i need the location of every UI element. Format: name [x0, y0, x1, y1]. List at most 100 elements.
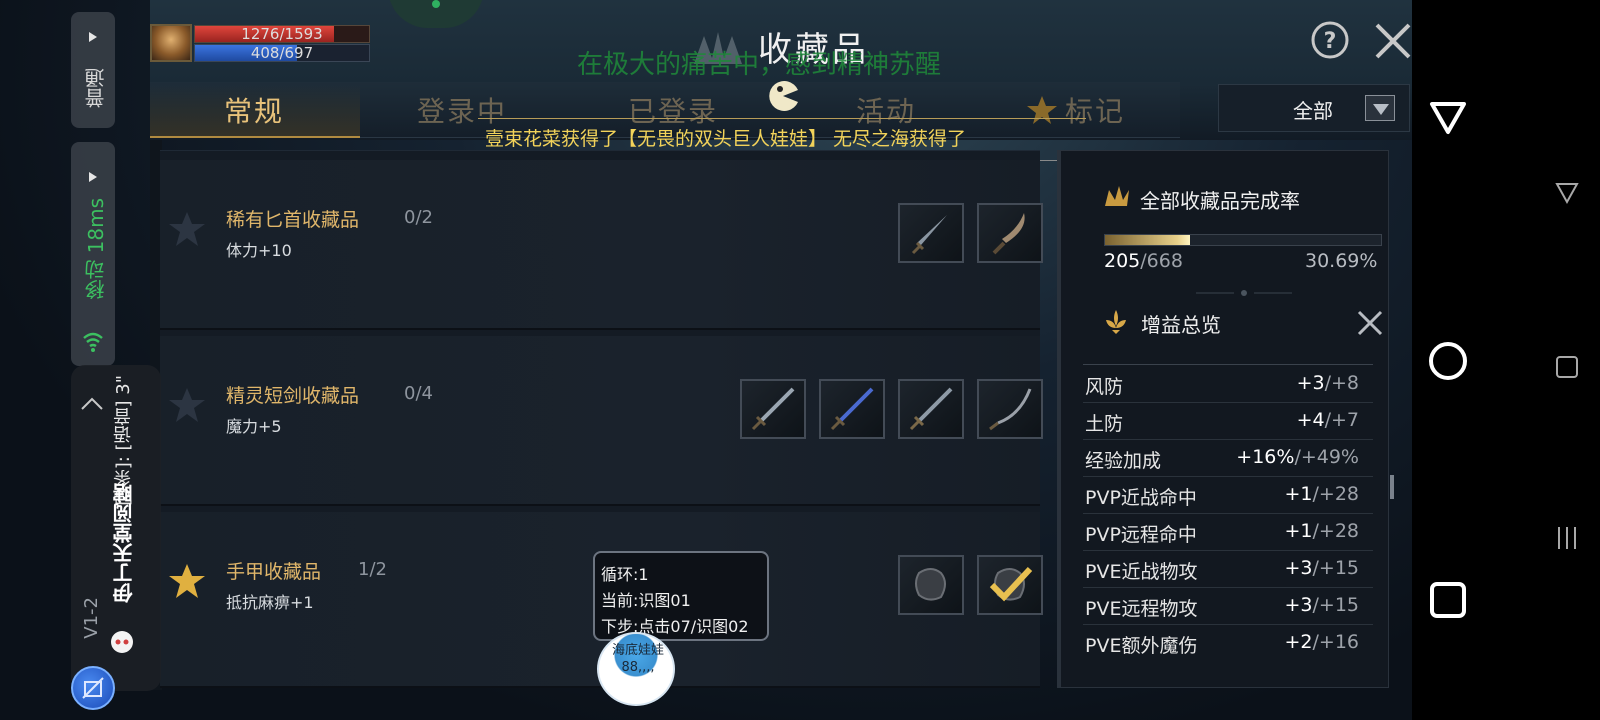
curved-dagger-icon — [992, 213, 1025, 255]
item-slot-gauntlet[interactable] — [898, 555, 964, 615]
blue-sword-icon — [830, 387, 874, 431]
buffs-close-button[interactable] — [1356, 309, 1384, 337]
back-button[interactable] — [1428, 98, 1468, 138]
buff-name: PVE近战物攻 — [1085, 561, 1198, 583]
buff-name: PVE额外魔伤 — [1085, 635, 1198, 657]
buff-value: +2/+16 — [1284, 631, 1359, 653]
completion-count: 205/668 — [1104, 250, 1183, 272]
buff-row: 土防 +4/+7 — [1083, 403, 1373, 440]
buff-name: 经验加成 — [1085, 450, 1162, 472]
gauntlet-collected-icon — [989, 566, 1033, 602]
buff-value: +3/+15 — [1284, 557, 1359, 579]
collection-bonus: 体力+10 — [226, 241, 292, 260]
buffs-title: 增益总览 — [1141, 313, 1221, 337]
buff-row: PVP远程命中 +1/+28 — [1083, 514, 1373, 551]
hp-bar: 1276/1593 — [194, 25, 370, 43]
dagger-icon — [911, 215, 947, 255]
buff-name: PVP远程命中 — [1085, 524, 1197, 546]
sword-icon — [909, 387, 953, 431]
pacman-icon — [766, 80, 800, 112]
star-icon[interactable] — [167, 386, 207, 424]
network-label: 移动 18ms — [84, 198, 108, 300]
panel-divider — [1057, 150, 1061, 688]
item-slot-sword[interactable] — [740, 379, 806, 439]
hp-text: 1276/1593 — [241, 25, 323, 43]
chevron-down-icon — [1365, 95, 1395, 121]
tab-marked-label: 标记 — [1065, 95, 1126, 128]
assistant-button[interactable] — [71, 666, 115, 710]
menu-icon[interactable] — [1554, 525, 1580, 551]
collection-count: 1/2 — [358, 559, 387, 580]
network-pill[interactable]: 移动 18ms — [71, 142, 115, 366]
wifi-icon — [83, 332, 103, 352]
notice-text: 壹束花菜获得了【无畏的双头巨人娃娃】 无尽之海获得了 — [485, 128, 967, 150]
item-slot-curved-dagger[interactable] — [977, 203, 1043, 263]
buffs-scrollbar[interactable] — [1390, 475, 1394, 499]
buffs-header-line — [1083, 364, 1373, 365]
completion-current: 205 — [1104, 250, 1141, 272]
buff-value: +16%/+49% — [1236, 446, 1359, 468]
star-icon[interactable] — [167, 562, 207, 600]
signal-icon — [388, 0, 484, 28]
recents-button[interactable] — [1428, 580, 1468, 620]
gauntlet-icon — [915, 568, 946, 601]
collection-row[interactable]: 稀有匕首收藏品 0/2 体力+10 — [160, 160, 1043, 330]
mode-label: 普通 — [84, 68, 108, 108]
collection-bonus: 抵抗麻痹+1 — [226, 593, 314, 612]
assistant-icon — [82, 677, 104, 699]
buff-name: PVE远程物攻 — [1085, 598, 1198, 620]
close-button[interactable] — [1372, 20, 1414, 62]
item-slot-sword-2[interactable] — [898, 379, 964, 439]
buff-row: PVE额外魔伤 +2/+16 — [1083, 625, 1373, 662]
crown-icon — [1105, 186, 1129, 206]
buff-value: +1/+28 — [1284, 483, 1359, 505]
sword-icon — [751, 387, 795, 431]
back-icon-secondary[interactable] — [1554, 180, 1580, 206]
help-button[interactable]: ? — [1310, 20, 1350, 60]
mp-text: 408/697 — [250, 44, 314, 62]
play-icon — [89, 32, 97, 42]
play-icon — [89, 172, 97, 182]
version-label: V1-2 — [81, 597, 102, 639]
tooltip-line: 当前:识图01 — [601, 591, 691, 610]
floating-bubble[interactable]: 海底娃娃88,,,, — [597, 632, 675, 706]
buff-name: PVP近战命中 — [1085, 487, 1197, 509]
buff-value: +3/+8 — [1296, 372, 1359, 394]
completion-total: /668 — [1140, 250, 1183, 272]
mode-pill[interactable]: 普通 — [71, 12, 115, 128]
buff-value: +4/+7 — [1296, 409, 1359, 431]
item-slot-dagger[interactable] — [898, 203, 964, 263]
notice-line-top — [478, 118, 1086, 119]
buff-row: 风防 +3/+8 — [1083, 366, 1373, 403]
assistant-tray: [3条]: [语音] 3" 伊丁天堂阅瞎 V1-2 — [71, 365, 161, 691]
item-slot-blue-sword[interactable] — [819, 379, 885, 439]
collection-count: 0/4 — [404, 383, 433, 404]
filter-dropdown[interactable]: 全部 — [1218, 84, 1410, 132]
star-icon[interactable] — [167, 210, 207, 248]
buff-row: PVE远程物攻 +3/+15 — [1083, 588, 1373, 625]
collection-title: 稀有匕首收藏品 — [226, 209, 360, 231]
tooltip-line: 循环:1 — [601, 565, 649, 584]
chat-badge-icon — [111, 631, 133, 653]
home-icon-secondary[interactable] — [1554, 354, 1580, 380]
home-button[interactable] — [1428, 341, 1468, 381]
tab-marked[interactable]: 标记 — [1025, 92, 1135, 132]
completion-title: 全部收藏品完成率 — [1140, 189, 1300, 213]
buff-value: +1/+28 — [1284, 520, 1359, 542]
collection-row[interactable]: 精灵短剑收藏品 0/4 魔力+5 — [160, 336, 1043, 506]
curved-sword-icon — [989, 388, 1032, 431]
player-portrait[interactable] — [150, 24, 192, 62]
scroll-message: 在极大的痛苦中，感到精神苏醒 — [577, 50, 942, 80]
collection-bonus: 魔力+5 — [226, 417, 282, 436]
tab-normal[interactable]: 常规 — [224, 90, 284, 130]
collection-count: 0/2 — [404, 207, 433, 228]
help-icon: ? — [1311, 21, 1349, 59]
chevron-up-icon[interactable] — [79, 395, 105, 413]
item-slot-gauntlet-collected[interactable] — [977, 555, 1043, 615]
star-icon — [1027, 96, 1057, 124]
collection-title: 手甲收藏品 — [226, 561, 322, 583]
completion-bar-fill — [1105, 235, 1190, 245]
item-slot-curved-sword[interactable] — [977, 379, 1043, 439]
buff-value: +3/+15 — [1284, 594, 1359, 616]
app-name: 伊丁天堂阅瞎 — [112, 483, 136, 603]
